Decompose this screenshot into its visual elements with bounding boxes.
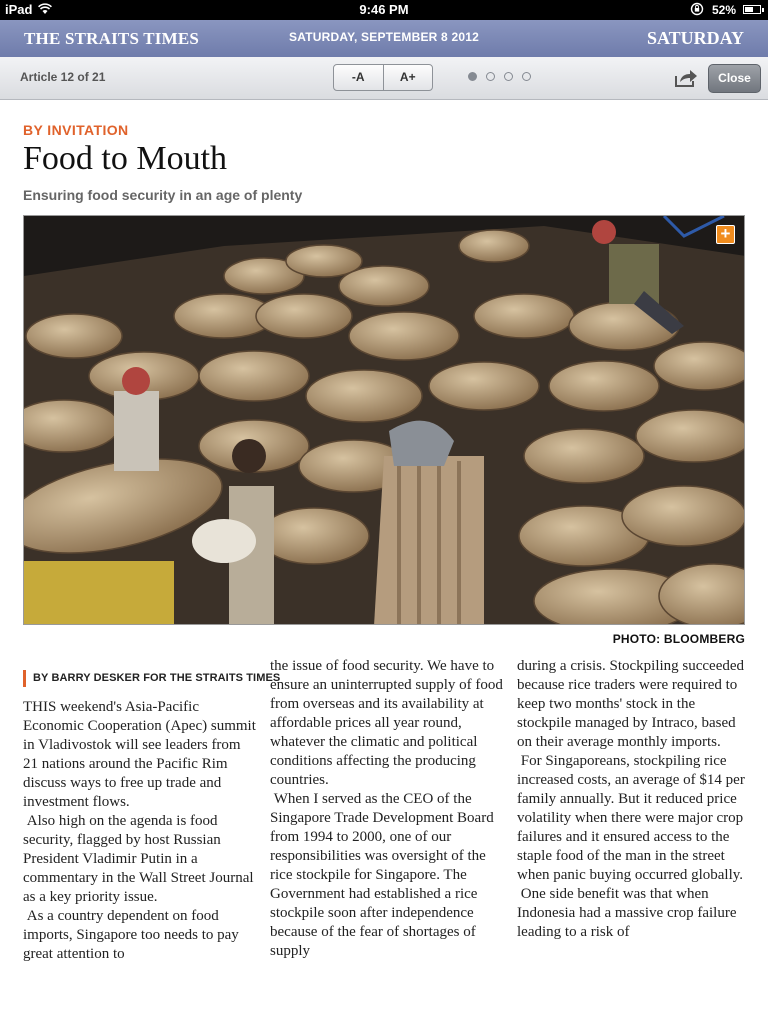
photo-credit: PHOTO: BLOOMBERG	[612, 632, 745, 646]
close-button[interactable]: Close	[708, 64, 761, 93]
font-decrease-button[interactable]: -A	[334, 65, 383, 90]
rotation-lock-icon	[690, 2, 704, 16]
paragraph: during a crisis. Stockpiling succeeded b…	[517, 658, 745, 750]
page-dot[interactable]	[522, 72, 531, 81]
article-photo[interactable]	[23, 215, 745, 625]
paragraph: THIS weekend's Asia-Pacific Economic Coo…	[23, 699, 256, 810]
article-byline: BY BARRY DESKER FOR THE STRAITS TIMES	[23, 670, 280, 687]
article-column-1: THIS weekend's Asia-Pacific Economic Coo…	[23, 698, 256, 964]
page-indicator[interactable]	[468, 72, 531, 81]
edition-day: SATURDAY	[646, 28, 744, 48]
status-bar: iPad 9:46 PM 52%	[0, 0, 768, 20]
battery-icon	[743, 5, 764, 14]
paragraph: When I served as the CEO of the Singapor…	[270, 791, 494, 959]
reader-toolbar: Article 12 of 21 -A A+ Close	[0, 57, 768, 100]
font-size-control: -A A+	[333, 64, 433, 91]
paragraph: One side benefit was that when Indonesia…	[517, 886, 737, 940]
article-column-2: the issue of food security. We have to e…	[270, 657, 503, 961]
expand-photo-icon[interactable]: +	[716, 225, 735, 244]
clock: 9:46 PM	[359, 2, 409, 17]
paragraph: the issue of food security. We have to e…	[270, 658, 503, 788]
article-counter: Article 12 of 21	[20, 70, 106, 84]
paragraph: As a country dependent on food imports, …	[23, 908, 239, 962]
article-column-3: during a crisis. Stockpiling succeeded b…	[517, 657, 750, 942]
page-dot[interactable]	[504, 72, 513, 81]
paragraph: For Singaporeans, stockpiling rice incre…	[517, 753, 745, 883]
article-standfirst: Ensuring food security in an age of plen…	[23, 187, 303, 203]
page-dot[interactable]	[468, 72, 477, 81]
share-icon[interactable]	[674, 68, 698, 88]
article-headline: Food to Mouth	[23, 140, 228, 177]
masthead: THE STRAITS TIMES SATURDAY, SEPTEMBER 8 …	[0, 20, 768, 57]
paragraph: Also high on the agenda is food security…	[23, 813, 254, 905]
page-dot[interactable]	[486, 72, 495, 81]
font-increase-button[interactable]: A+	[382, 65, 433, 90]
article-kicker: BY INVITATION	[23, 122, 129, 138]
photo-illustration	[24, 216, 744, 624]
battery-percent: 52%	[712, 3, 737, 17]
